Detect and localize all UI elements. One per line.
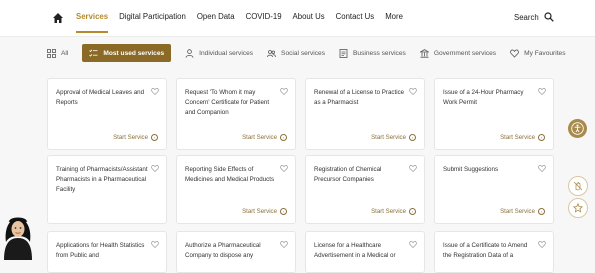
start-service-link[interactable]: Start Service › xyxy=(500,208,545,215)
start-service-label: Start Service xyxy=(500,134,535,141)
service-title: Reporting Side Effects of Medicines and … xyxy=(185,166,275,183)
filter-government[interactable]: Government services xyxy=(419,44,497,62)
service-card[interactable]: Renewal of a License to Practice as a Ph… xyxy=(305,78,425,150)
people-icon xyxy=(267,49,276,58)
filter-label: Individual services xyxy=(199,49,254,57)
service-card[interactable]: Reporting Side Effects of Medicines and … xyxy=(176,155,296,224)
start-service-link[interactable]: Start Service › xyxy=(242,134,287,141)
favourite-heart-icon[interactable] xyxy=(409,241,417,248)
start-service-link[interactable]: Start Service › xyxy=(500,134,545,141)
favourite-heart-icon[interactable] xyxy=(151,165,159,172)
service-title: Issue of a 24-Hour Pharmacy Work Permit xyxy=(443,89,524,106)
top-navigation-bar: Services Digital Participation Open Data… xyxy=(0,0,595,37)
start-service-label: Start Service xyxy=(371,208,406,215)
filter-label: Most used services xyxy=(103,49,165,57)
nav-about-us[interactable]: About Us xyxy=(293,12,325,21)
filter-label: Social services xyxy=(281,49,326,57)
filter-label: All xyxy=(61,49,69,57)
service-card[interactable]: Training of Pharmacists/Assistant Pharma… xyxy=(47,155,167,224)
list-check-icon xyxy=(89,49,98,58)
favourite-heart-icon[interactable] xyxy=(151,88,159,95)
filter-individual[interactable]: Individual services xyxy=(185,44,253,62)
nav-covid-19[interactable]: COVID-19 xyxy=(246,12,282,21)
favourite-heart-icon[interactable] xyxy=(538,88,546,95)
favourite-heart-icon[interactable] xyxy=(409,88,417,95)
filter-all[interactable]: All xyxy=(47,44,68,62)
start-service-link[interactable]: Start Service › xyxy=(242,208,287,215)
favourite-heart-icon[interactable] xyxy=(409,165,417,172)
favourite-heart-icon[interactable] xyxy=(280,88,288,95)
service-title: Registration of Chemical Precursor Compa… xyxy=(314,166,382,183)
hide-hand-button[interactable] xyxy=(568,176,588,196)
search-button[interactable]: Search xyxy=(514,12,554,22)
grid-icon xyxy=(47,48,56,58)
nav-contact-us[interactable]: Contact Us xyxy=(336,12,375,21)
nav-digital-participation[interactable]: Digital Participation xyxy=(119,12,186,21)
favourite-heart-icon[interactable] xyxy=(151,241,159,248)
arrow-circle-icon: › xyxy=(280,208,287,215)
building-icon xyxy=(419,48,429,58)
search-icon xyxy=(544,12,554,22)
home-icon[interactable] xyxy=(52,12,64,24)
filter-label: My Favourites xyxy=(524,49,566,57)
nav-more[interactable]: More xyxy=(385,12,403,21)
service-card[interactable]: Submit Suggestions Start Service › xyxy=(434,155,554,224)
service-title: Authorize a Pharmaceutical Company to di… xyxy=(185,242,261,259)
start-service-label: Start Service xyxy=(371,134,406,141)
favourites-star-button[interactable] xyxy=(568,198,588,218)
service-title: Renewal of a License to Practice as a Ph… xyxy=(314,89,405,106)
accessibility-icon xyxy=(571,122,584,135)
service-card[interactable]: Issue of a Certificate to Amend the Regi… xyxy=(434,231,554,273)
filter-favourites[interactable]: My Favourites xyxy=(510,44,566,62)
document-icon xyxy=(339,48,348,58)
service-title: Applications for Health Statistics from … xyxy=(56,242,145,259)
arrow-circle-icon: › xyxy=(538,134,545,141)
start-service-label: Start Service xyxy=(242,134,277,141)
star-icon xyxy=(573,203,583,213)
favourite-heart-icon[interactable] xyxy=(538,241,546,248)
service-card[interactable]: Issue of a 24-Hour Pharmacy Work Permit … xyxy=(434,78,554,150)
hand-off-icon xyxy=(573,181,583,191)
start-service-label: Start Service xyxy=(500,208,535,215)
favourite-heart-icon[interactable] xyxy=(280,241,288,248)
service-card[interactable]: Registration of Chemical Precursor Compa… xyxy=(305,155,425,224)
start-service-link[interactable]: Start Service › xyxy=(371,134,416,141)
filter-most-used[interactable]: Most used services xyxy=(82,44,172,62)
main-nav: Services Digital Participation Open Data… xyxy=(76,12,414,33)
favourite-heart-icon[interactable] xyxy=(538,165,546,172)
arrow-circle-icon: › xyxy=(151,134,158,141)
start-service-link[interactable]: Start Service › xyxy=(113,134,158,141)
service-card[interactable]: Request 'To Whom it may Concern' Certifi… xyxy=(176,78,296,150)
filter-business[interactable]: Business services xyxy=(339,44,406,62)
nav-services[interactable]: Services xyxy=(76,12,109,33)
filter-label: Government services xyxy=(433,49,497,57)
service-title: Issue of a Certificate to Amend the Regi… xyxy=(443,242,528,259)
favourite-heart-icon[interactable] xyxy=(280,165,288,172)
search-label: Search xyxy=(514,12,539,22)
service-title: Approval of Medical Leaves and Reports xyxy=(56,89,145,106)
service-card[interactable]: Applications for Health Statistics from … xyxy=(47,231,167,273)
service-filter-tabs: All Most used services Individual servic… xyxy=(47,44,580,62)
start-service-label: Start Service xyxy=(242,208,277,215)
service-card[interactable]: Authorize a Pharmaceutical Company to di… xyxy=(176,231,296,273)
arrow-circle-icon: › xyxy=(409,208,416,215)
arrow-circle-icon: › xyxy=(280,134,287,141)
filter-label: Business services xyxy=(353,49,406,57)
nav-open-data[interactable]: Open Data xyxy=(197,12,235,21)
service-card[interactable]: Approval of Medical Leaves and Reports S… xyxy=(47,78,167,150)
service-title: License for a Healthcare Advertisement i… xyxy=(314,242,396,259)
arrow-circle-icon: › xyxy=(538,208,545,215)
service-title: Submit Suggestions xyxy=(443,166,499,173)
service-card[interactable]: License for a Healthcare Advertisement i… xyxy=(305,231,425,273)
service-title: Training of Pharmacists/Assistant Pharma… xyxy=(56,166,148,193)
start-service-link[interactable]: Start Service › xyxy=(371,208,416,215)
virtual-assistant-avatar[interactable] xyxy=(0,212,36,260)
arrow-circle-icon: › xyxy=(409,134,416,141)
heart-icon xyxy=(510,49,519,58)
accessibility-button[interactable] xyxy=(568,119,587,138)
service-title: Request 'To Whom it may Concern' Certifi… xyxy=(185,89,270,116)
person-icon xyxy=(185,48,194,58)
start-service-label: Start Service xyxy=(113,134,148,141)
filter-social[interactable]: Social services xyxy=(267,44,325,62)
